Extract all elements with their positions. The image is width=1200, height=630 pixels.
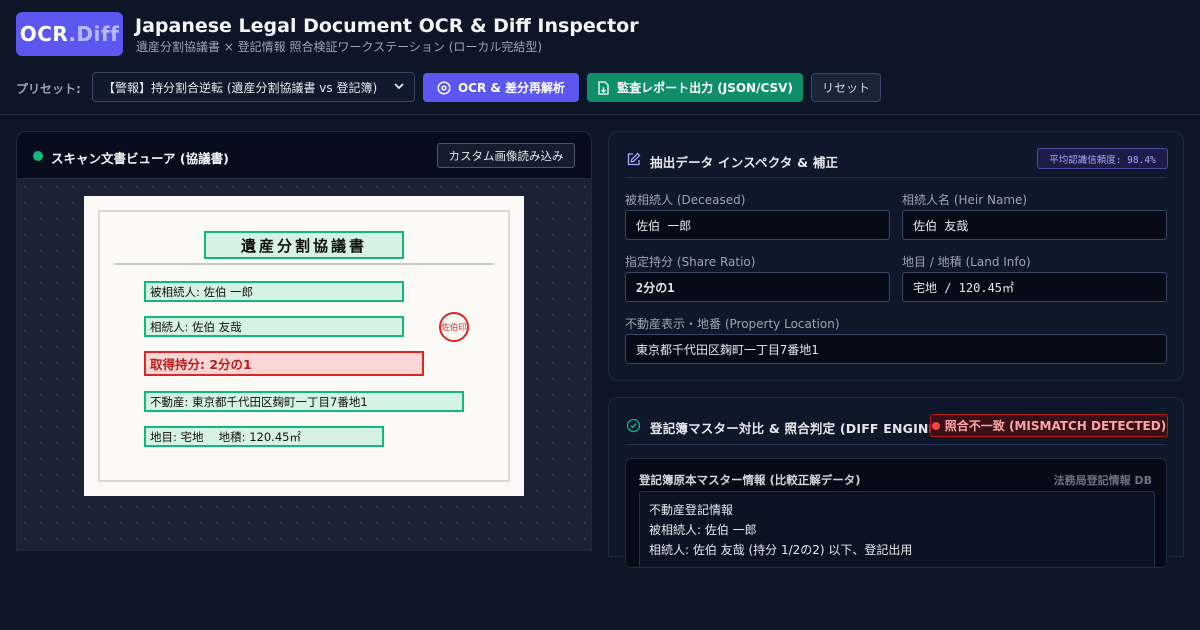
master-record-text[interactable]: 不動産登記情報 被相続人: 佐伯 一郎 相続人: 佐伯 友哉 (持分 1/2の2… [639,491,1155,567]
ocr-box-land[interactable]: 地目: 宅地 地積: 120.45㎡ [144,426,384,447]
ocr-box-share-error[interactable]: 取得持分: 2分の1 [144,351,424,376]
inspector-divider [625,177,1167,178]
preset-select[interactable]: 【警報】持分割合逆転 (遺産分割協議書 vs 登記簿) [92,72,415,102]
deceased-input[interactable]: 佐伯 一郎 [625,210,890,240]
land-input[interactable]: 宅地 / 120.45㎡ [902,272,1167,302]
location-label: 不動産表示・地番 (Property Location) [625,317,840,331]
mismatch-status-text: 照合不一致 (MISMATCH DETECTED) [944,419,1167,433]
preset-label: プリセット: [16,82,81,96]
logo-suffix: .Diff [68,22,120,46]
heir-label: 相続人名 (Heir Name) [902,193,1028,207]
check-circle-icon [626,418,641,433]
ocr-box-heir[interactable]: 相続人: 佐伯 友哉 [144,316,404,337]
diff-divider [625,444,1167,445]
status-dot-icon [33,151,43,161]
scan-viewer-header: スキャン文書ビューア (協議書) カスタム画像読み込み [17,132,591,179]
app-header: OCR .Diff Japanese Legal Document OCR & D… [0,0,1200,115]
load-custom-image-button[interactable]: カスタム画像読み込み [437,143,575,168]
land-label: 地目 / 地積 (Land Info) [902,255,1031,269]
master-record-source: 法務局登記情報 DB [1053,474,1152,487]
master-record-title: 登記簿原本マスター情報 (比較正解データ) [639,473,861,487]
app-logo: OCR .Diff [16,12,123,56]
diff-engine-panel: 登記簿マスター対比 & 照合判定 (DIFF ENGINE) 照合不一致 (MI… [608,397,1184,568]
share-input[interactable]: 2分の1 [625,272,890,302]
ocr-box-property[interactable]: 不動産: 東京都千代田区麹町一丁目7番地1 [144,391,464,412]
reset-button[interactable]: リセット [811,73,881,102]
ocr-box-doc-title[interactable]: 遺産分割協議書 [204,231,404,259]
app-subtitle: 遺産分割協議書 × 登記情報 照合検証ワークステーション (ローカル完結型) [136,40,543,54]
confidence-badge: 平均認識信頼度: 98.4% [1037,148,1168,169]
export-report-label: 監査レポート出力 (JSON/CSV) [617,81,793,95]
diff-title: 登記簿マスター対比 & 照合判定 (DIFF ENGINE) [650,421,944,436]
deceased-label: 被相続人 (Deceased) [625,193,746,207]
preset-select-value: 【警報】持分割合逆転 (遺産分割協議書 vs 登記簿) [103,80,378,95]
location-input[interactable]: 東京都千代田区麹町一丁目7番地1 [625,334,1167,364]
ocr-reanalyze-label: OCR & 差分再解析 [457,81,566,95]
scan-canvas[interactable]: 遺産分割協議書 被相続人: 佐伯 一郎 相続人: 佐伯 友哉 佐伯印 取得持分:… [17,179,591,550]
document-title-rule [114,263,494,265]
logo-main: OCR [19,22,69,46]
target-icon [437,80,451,95]
ocr-box-deceased[interactable]: 被相続人: 佐伯 一郎 [144,281,404,302]
share-label: 指定持分 (Share Ratio) [625,255,756,269]
scan-viewer-panel: スキャン文書ビューア (協議書) カスタム画像読み込み 遺産分割協議書 被相続人… [16,131,592,551]
master-record-box: 登記簿原本マスター情報 (比較正解データ) 法務局登記情報 DB 不動産登記情報… [625,458,1167,568]
edit-icon [627,152,641,166]
export-report-button[interactable]: 監査レポート出力 (JSON/CSV) [587,73,803,102]
app-title: Japanese Legal Document OCR & Diff Inspe… [135,15,639,37]
chevron-down-icon [394,83,404,90]
heir-input[interactable]: 佐伯 友哉 [902,210,1167,240]
ocr-reanalyze-button[interactable]: OCR & 差分再解析 [423,73,579,102]
file-download-icon [598,80,609,95]
mismatch-status-badge: 照合不一致 (MISMATCH DETECTED) [930,414,1168,437]
alert-dot-icon [931,421,940,430]
extraction-inspector-panel: 抽出データ インスペクタ & 補正 平均認識信頼度: 98.4% 被相続人 (D… [608,131,1184,381]
scan-viewer-title: スキャン文書ビューア (協議書) [51,151,229,166]
seal-stamp: 佐伯印 [439,312,469,342]
inspector-title: 抽出データ インスペクタ & 補正 [650,155,839,170]
scanned-document: 遺産分割協議書 被相続人: 佐伯 一郎 相続人: 佐伯 友哉 佐伯印 取得持分:… [84,196,524,496]
